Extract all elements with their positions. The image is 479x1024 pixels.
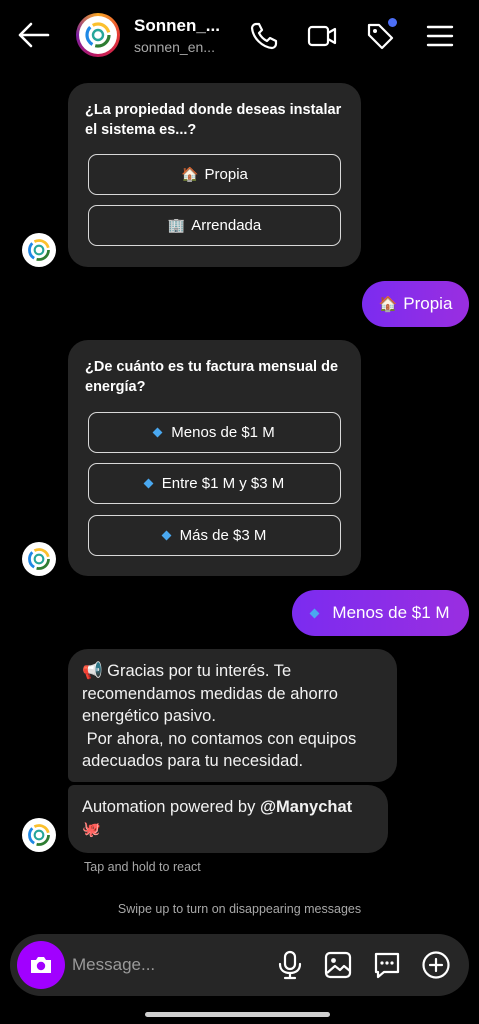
chat-header: Sonnen_... sonnen_en... (0, 0, 479, 72)
card-question: ¿De cuánto es tu factura mensual de ener… (85, 359, 339, 395)
option-label: Entre $1 M y $3 M (161, 475, 285, 492)
option-label: Arrendada (191, 217, 262, 234)
option-label: Propia (204, 166, 248, 183)
sonnen-logo-icon (28, 824, 50, 846)
camera-button[interactable] (17, 941, 65, 989)
react-hint: Tap and hold to react (84, 860, 201, 874)
user-reply-bubble[interactable]: Menos de $1 M (292, 590, 469, 636)
option-propia-button[interactable]: 🏠 Propia (88, 154, 341, 195)
user-reply-bubble[interactable]: 🏠 Propia (362, 281, 469, 327)
question-card-property: ¿La propiedad donde deseas instalar el s… (68, 83, 361, 267)
card-question: ¿La propiedad donde deseas instalar el s… (85, 102, 342, 138)
bot-message-bubble[interactable]: 📢 Gracias por tu interés. Te recomendamo… (68, 649, 397, 782)
house-icon: 🏠 (378, 296, 398, 313)
bot-avatar[interactable] (22, 542, 56, 576)
option-arrendada-button[interactable]: 🏢 Arrendada (88, 205, 341, 246)
reply-text: Propia (403, 294, 453, 313)
octopus-icon: 🐙 (82, 820, 101, 838)
menu-icon[interactable] (424, 20, 456, 52)
question-card-bill: ¿De cuánto es tu factura mensual de ener… (68, 340, 361, 576)
disappearing-hint[interactable]: Swipe up to turn on disappearing message… (0, 902, 479, 916)
notification-dot (388, 18, 397, 27)
manychat-handle: @Manychat (259, 798, 353, 816)
contact-username[interactable]: sonnen_en... (134, 39, 215, 55)
message-input[interactable] (72, 950, 262, 980)
video-call-icon[interactable] (306, 20, 338, 52)
sticker-chat-icon[interactable] (371, 949, 403, 981)
blue-diamond-icon (152, 427, 163, 438)
message-composer (10, 934, 469, 996)
blue-diamond-icon (143, 478, 154, 489)
bot-avatar[interactable] (22, 818, 56, 852)
phone-call-icon[interactable] (248, 20, 280, 52)
message-line: Automation powered by @Manychat (82, 798, 353, 816)
camera-icon (31, 957, 51, 973)
house-icon: 🏠 (181, 166, 199, 182)
building-icon: 🏢 (167, 217, 186, 233)
message-line: recomendamos medidas de ahorro (82, 684, 338, 703)
sonnen-logo-icon (28, 548, 50, 570)
option-label: Menos de $1 M (171, 424, 275, 441)
bot-avatar[interactable] (22, 233, 56, 267)
message-line: energético pasivo. (82, 707, 216, 725)
reply-text: Menos de $1 M (332, 603, 450, 622)
option-entre-1m-3m-button[interactable]: Entre $1 M y $3 M (88, 463, 341, 504)
message-line: adecuados para tu necesidad. (82, 752, 304, 770)
gallery-icon[interactable] (322, 949, 354, 981)
profile-avatar[interactable] (76, 13, 120, 57)
back-arrow-icon[interactable] (16, 20, 50, 50)
sonnen-logo-icon (28, 239, 50, 261)
blue-diamond-icon (161, 530, 172, 541)
bot-message-bubble[interactable]: Automation powered by @Manychat 🐙 (68, 785, 388, 853)
sonnen-logo-icon (85, 22, 111, 48)
contact-name[interactable]: Sonnen_... (134, 16, 220, 36)
blue-diamond-icon (309, 608, 320, 618)
megaphone-icon: 📢 (82, 662, 103, 680)
option-menos-1m-button[interactable]: Menos de $1 M (88, 412, 341, 453)
message-line: Por ahora, no contamos con equipos (82, 729, 357, 748)
option-label: Más de $3 M (179, 527, 267, 544)
home-indicator[interactable] (145, 1012, 330, 1017)
add-circle-icon[interactable] (420, 949, 452, 981)
microphone-icon[interactable] (274, 949, 306, 981)
message-line: 📢 Gracias por tu interés. Te (82, 662, 292, 680)
option-mas-3m-button[interactable]: Más de $3 M (88, 515, 341, 556)
